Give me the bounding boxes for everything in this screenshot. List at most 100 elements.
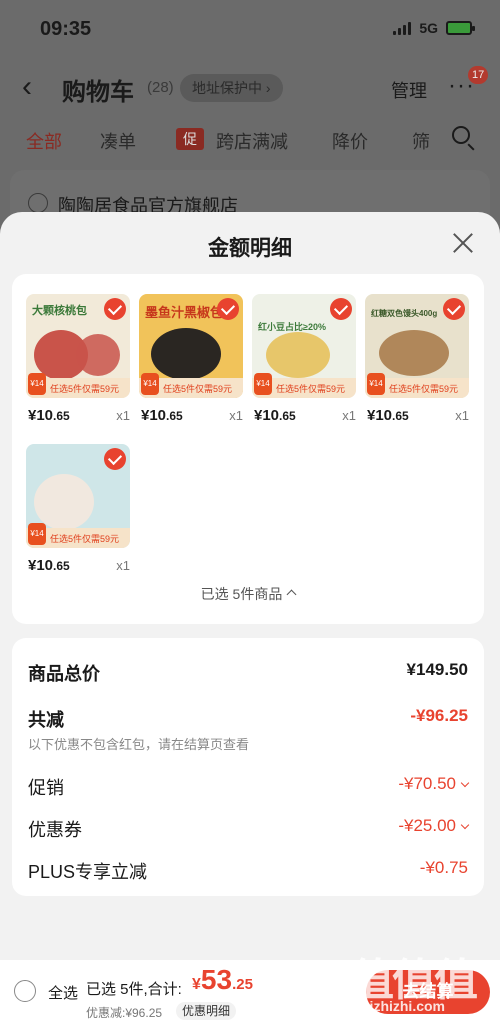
tab-bundle[interactable]: 凑单 [100, 128, 136, 154]
goods-thumbnail: 任选5件仅需59元 ¥14 [26, 444, 130, 548]
chevron-up-icon [286, 589, 297, 600]
discount-summary: 优惠减:¥96.25 [86, 1006, 163, 1020]
tab-filter[interactable]: 筛 [412, 128, 430, 154]
reduce-note: 以下优惠不包含红包，请在结算页查看 [28, 737, 250, 752]
goods-qty: x1 [229, 408, 243, 423]
tab-cross-store[interactable]: 跨店满减 [216, 128, 288, 154]
food-image [151, 328, 221, 380]
promo-strip-text: 任选5件仅需59元 [50, 534, 120, 544]
tab-price-drop[interactable]: 降价 [332, 128, 368, 154]
goods-thumbnail-label: 红小豆占比≥20% [258, 322, 326, 332]
search-icon[interactable] [452, 126, 470, 144]
goods-item[interactable]: 任选5件仅需59元 ¥14 ¥10.65 x1 [26, 444, 130, 574]
total-amount: ¥53.25 [192, 964, 253, 996]
select-all-radio[interactable] [14, 980, 36, 1002]
goods-item[interactable]: 红小豆占比≥20% 任选5件仅需59元 ¥14 ¥10.65 x1 [252, 294, 356, 424]
cart-count: (28) [147, 79, 174, 96]
price-tag: ¥14 [254, 373, 272, 395]
plus-value: -¥0.75 [419, 858, 468, 877]
goods-price-main: ¥10 [141, 407, 167, 424]
food-image [266, 332, 330, 378]
goods-item[interactable]: 大颗核桃包 任选5件仅需59元 ¥14 ¥10.65 x1 [26, 294, 130, 424]
goods-price-cents: .65 [279, 409, 296, 423]
checkmark-icon [217, 298, 239, 320]
goods-thumbnail: 红小豆占比≥20% 任选5件仅需59元 ¥14 [252, 294, 356, 398]
promo-tag: 促 [176, 128, 204, 150]
signal-icon [393, 21, 412, 35]
promo-value: -¥70.50 [398, 774, 456, 793]
goods-price: ¥10.65 [28, 407, 70, 424]
amount-integer: 53 [200, 964, 233, 995]
price-breakdown-card: 商品总价 ¥149.50 共减 -¥96.25 以下优惠不包含红包，请在结算页查… [12, 638, 484, 896]
goods-card: 大颗核桃包 任选5件仅需59元 ¥14 ¥10.65 x1 墨鱼汁黑椒包 任选5… [12, 274, 484, 624]
goods-price: ¥10.65 [141, 407, 183, 424]
promo-strip-text: 任选5件仅需59元 [276, 384, 346, 394]
coupon-value: -¥25.00 [398, 816, 456, 835]
selected-summary-toggle[interactable]: 已选 5件商品 [12, 584, 484, 604]
selected-summary-label: 已选 5件商品 [200, 586, 283, 602]
tab-all[interactable]: 全部 [26, 128, 62, 154]
cart-title: 购物车 [62, 79, 134, 106]
goods-item[interactable]: 墨鱼汁黑椒包 任选5件仅需59元 ¥14 ¥10.65 x1 [139, 294, 243, 424]
goods-price-cents: .65 [166, 409, 183, 423]
food-image [379, 330, 449, 376]
promo-strip-text: 任选5件仅需59元 [389, 384, 459, 394]
back-icon[interactable]: ‹ [22, 72, 32, 102]
goods-thumbnail-label: 红糖双色馒头400g [371, 309, 438, 318]
goods-thumbnail: 红糖双色馒头400g 任选5件仅需59元 ¥14 [365, 294, 469, 398]
selected-total-label: 已选 5件,合计: [86, 981, 182, 998]
goods-price-main: ¥10 [367, 407, 393, 424]
food-image [76, 334, 120, 376]
goods-thumbnail-label: 墨鱼汁黑椒包 [145, 305, 224, 320]
checkmark-icon [443, 298, 465, 320]
address-protect-label: 地址保护中 [192, 80, 262, 96]
coupon-value-toggle[interactable]: -¥25.00 [398, 816, 470, 836]
amount-decimal: .25 [232, 976, 253, 993]
goods-price-cents: .65 [53, 559, 70, 573]
goods-price-main: ¥10 [254, 407, 280, 424]
coupon-label: 优惠券 [28, 820, 82, 840]
total-label: 商品总价 [28, 664, 100, 684]
checkmark-icon [104, 298, 126, 320]
promo-value-toggle[interactable]: -¥70.50 [398, 774, 470, 794]
reduce-value: -¥96.25 [410, 706, 468, 725]
watermark-url: zhizhizhi.com [354, 998, 445, 1014]
goods-qty: x1 [116, 408, 130, 423]
reduce-label: 共减 [28, 710, 64, 730]
price-tag: ¥14 [367, 373, 385, 395]
chevron-down-icon [460, 820, 470, 830]
promo-strip-text: 任选5件仅需59元 [163, 384, 233, 394]
notification-badge: 17 [468, 66, 489, 84]
food-image [34, 474, 94, 530]
goods-price: ¥10.65 [367, 407, 409, 424]
goods-item[interactable]: 红糖双色馒头400g 任选5件仅需59元 ¥14 ¥10.65 x1 [365, 294, 469, 424]
sheet-title: 金额明细 [208, 237, 292, 260]
battery-icon [446, 21, 475, 35]
goods-price: ¥10.65 [28, 557, 70, 574]
goods-price-cents: .65 [392, 409, 409, 423]
watermark: 值值值 zhizhizhi.com [350, 944, 490, 1024]
promo-strip-text: 任选5件仅需59元 [50, 384, 120, 394]
total-value: ¥149.50 [406, 660, 468, 679]
currency-symbol: ¥ [192, 976, 201, 993]
goods-price-cents: .65 [53, 409, 70, 423]
close-icon[interactable] [450, 230, 476, 256]
goods-thumbnail: 大颗核桃包 任选5件仅需59元 ¥14 [26, 294, 130, 398]
promo-label: 促销 [28, 778, 64, 798]
goods-price-main: ¥10 [28, 407, 54, 424]
goods-thumbnail-label: 大颗核桃包 [32, 305, 87, 317]
status-bar: 09:35 5G [0, 0, 500, 60]
goods-price-main: ¥10 [28, 557, 54, 574]
goods-qty: x1 [342, 408, 356, 423]
status-indicators: 5G [393, 20, 475, 36]
select-all-label[interactable]: 全选 [48, 982, 78, 1003]
discount-detail-button[interactable]: 优惠明细 [176, 1002, 237, 1020]
store-radio[interactable] [28, 193, 48, 213]
manage-button[interactable]: 管理 [391, 77, 427, 103]
plus-label: PLUS专享立减 [28, 862, 148, 882]
address-protect-pill[interactable]: 地址保护中 › [180, 74, 283, 102]
chevron-down-icon [460, 778, 470, 788]
price-tag: ¥14 [28, 373, 46, 395]
network-type: 5G [419, 20, 438, 36]
goods-thumbnail: 墨鱼汁黑椒包 任选5件仅需59元 ¥14 [139, 294, 243, 398]
